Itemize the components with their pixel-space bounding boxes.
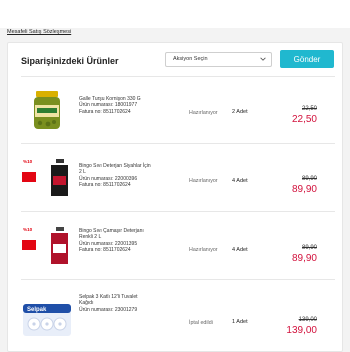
distance-sales-agreement-link[interactable]: Mesafeli Satış Sözleşmesi [7,29,71,35]
item-old-price: 89,90 [301,245,317,251]
item-product-number: Ürün numarası: 23001279 [79,306,138,313]
status-badge: Hazırlanıyor [189,110,218,116]
status-badge: İptal edildi [189,320,213,326]
item-old-price: 22,50 [301,106,317,112]
item-name[interactable]: Selpak 3 Katlı 12'li Tuvalet Kağıdı [79,294,151,307]
item-quantity: 1 Adet [232,319,248,325]
item-quantity: 4 Adet [232,247,248,253]
item-price: 89,90 [291,184,317,195]
table-row: Galle Turşu Kornişon 330 G Ürün numarası… [8,77,344,143]
table-row: Selpak Selpak 3 Katlı 12'li Tuvalet Kağı… [8,280,344,350]
item-price: 89,90 [291,253,317,264]
item-invoice-number: Fatura no: 8511702624 [79,247,131,254]
status-badge: Hazırlanıyor [189,178,218,184]
svg-text:%10: %10 [23,227,33,232]
toilet-paper-pack-icon: Selpak [23,304,71,336]
item-details: Galle Turşu Kornişon 330 G Ürün numarası… [79,96,151,115]
pickle-jar-icon [34,91,60,129]
item-details: Selpak 3 Katlı 12'li Tuvalet Kağıdı Ürün… [79,294,151,313]
svg-text:Selpak: Selpak [27,307,47,313]
item-quantity: 4 Adet [232,178,248,184]
item-name[interactable]: Bingo Sıvı Çamaşır Deterjanı Renkli 2 L [79,228,151,241]
order-items-card: Siparişinizdeki Ürünler Aksiyon Seçin Gö… [7,42,343,352]
item-price: 139,00 [286,325,317,336]
item-details: Bingo Sıvı Çamaşır Deterjanı Renkli 2 L … [79,228,151,254]
chevron-down-icon [260,57,266,61]
section-title: Siparişinizdeki Ürünler [21,56,119,66]
action-select[interactable]: Aksiyon Seçin [165,52,272,67]
item-invoice-number: Fatura no: 8511702624 [79,182,131,189]
table-row: %10 Bingo Sıvı Çamaşır Deterjanı Renkli … [8,212,344,279]
top-bar [0,0,350,28]
item-old-price: 139,00 [298,317,317,323]
detergent-bottle-icon: %10 [22,226,68,264]
action-select-value: Aksiyon Seçin [173,56,208,62]
table-row: %10 Bingo Sıvı Deterjan Siyahlar İçin 2 … [8,144,344,211]
item-invoice-number: Fatura no: 8511702624 [79,108,131,115]
item-old-price: 89,90 [301,176,317,182]
item-details: Bingo Sıvı Deterjan Siyahlar İçin 2 L Ür… [79,163,151,189]
item-name[interactable]: Bingo Sıvı Deterjan Siyahlar İçin 2 L [79,163,151,176]
item-price: 22,50 [291,114,317,125]
send-button[interactable]: Gönder [280,50,334,68]
svg-text:%10: %10 [23,159,33,164]
status-badge: Hazırlanıyor [189,247,218,253]
item-quantity: 2 Adet [232,109,248,115]
detergent-bottle-icon: %10 [22,158,68,196]
